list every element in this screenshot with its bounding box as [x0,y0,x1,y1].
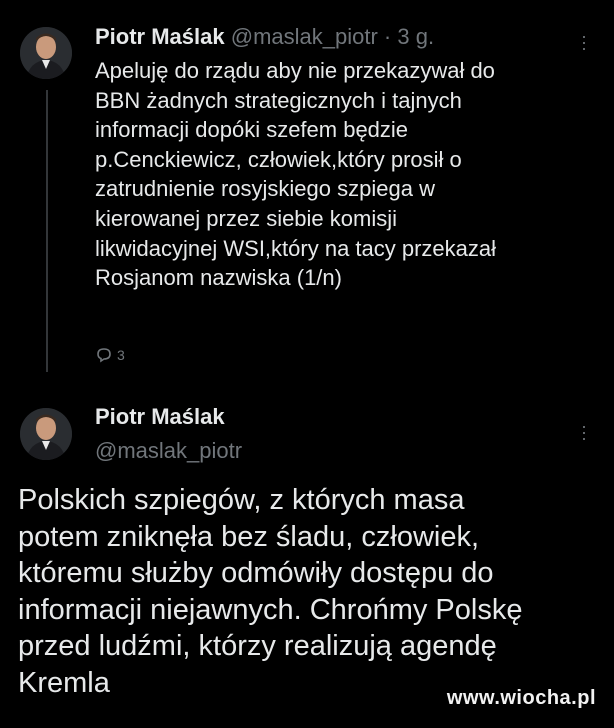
tweet-text-line: p.Cenckiewicz, człowiek,który prosił o [95,146,462,172]
tweet-text-line: likwidacyjnej WSI,który na tacy przekaza… [95,235,497,261]
tweet-text-line: potem zniknęła bez śladu, człowiek, [18,520,480,553]
tweet-text-line: Apeluję do rządu aby nie przekazywał do [95,58,495,83]
tweet-text-line: informacji niejawnych. Chrońmy Polskę [18,593,523,626]
tweet-text-line: Polskich szpiegów, z których masa [18,484,465,516]
separator-dot: · [383,24,392,49]
tweet-text-line: informacji dopóki szefem będzie [95,117,409,143]
avatar[interactable] [20,408,72,460]
reply-count: 3 [117,347,125,363]
author-handle[interactable]: @maslak_piotr [231,24,378,49]
tweet-text-line: Rosjanom nazwiska (1/n) [95,265,342,291]
more-options-icon[interactable]: · · · [579,27,589,57]
author-name[interactable]: Piotr Maślak [95,403,225,431]
author-name[interactable]: Piotr Maślak [95,24,225,49]
tweet2-text: Polskich szpiegów, z których masa potem … [18,482,608,702]
avatar-photo-icon [20,408,72,460]
tweet-text-line: kierowanej przez siebie komisji [95,205,398,231]
thread-connector-line [46,90,48,372]
tweet-text-line: któremu służby odmówiły dostępu do [18,557,494,590]
tweet-text-line: przed ludźmi, którzy realizują agendę [18,630,497,663]
tweet1-header: Piotr Maślak @maslak_piotr · 3 g. [95,23,434,51]
site-watermark: www.wiocha.pl [446,687,596,709]
reply-bubble-icon [97,348,111,363]
tweet1-text: Apeluję do rządu aby nie przekazywał do … [95,56,595,293]
avatar[interactable] [20,27,72,79]
tweet-timestamp[interactable]: 3 g. [397,24,434,49]
more-options-icon[interactable]: · · · [579,417,589,447]
tweet-text-line: BBN żadnych strategicznych i tajnych [95,87,462,113]
tweet-text-line: zatrudnienie rosyjskiego szpiega w [95,176,435,202]
avatar-photo-icon [20,27,72,79]
reply-button[interactable]: 3 [95,347,125,363]
author-handle[interactable]: @maslak_piotr [95,437,242,465]
